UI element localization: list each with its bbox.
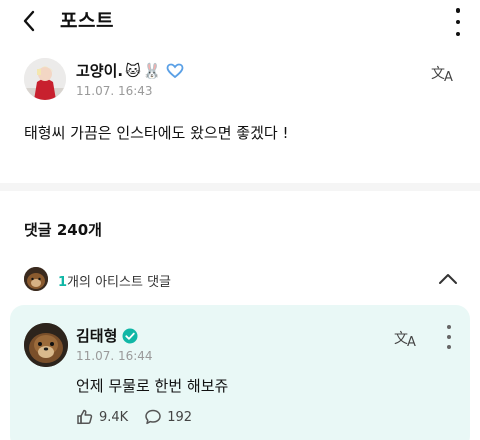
top-bar: 포스트: [0, 0, 480, 42]
translate-icon: 文 A: [431, 66, 453, 83]
comment-bubble-icon: [145, 409, 161, 425]
more-vertical-icon: [455, 8, 461, 13]
verified-badge-icon: [122, 328, 138, 344]
comments-count: 댓글 240개: [24, 221, 102, 239]
more-vertical-icon: [447, 325, 451, 329]
section-divider: [0, 183, 480, 191]
comment-translate-button[interactable]: 文 A: [393, 327, 423, 349]
chevron-up-icon: [439, 274, 457, 284]
author-name-text: 고양이.: [76, 62, 124, 80]
artist-comments-label: 1개의 아티스트 댓글: [58, 271, 171, 290]
like-count: 9.4K: [99, 409, 129, 425]
svg-text:A: A: [407, 335, 416, 348]
page-title: 포스트: [60, 10, 114, 32]
comment-actions: 9.4K 192: [76, 408, 208, 426]
post-author-avatar[interactable]: [24, 58, 66, 100]
back-button[interactable]: [14, 6, 44, 36]
post-translate-button[interactable]: 文 A: [430, 62, 460, 84]
reply-button[interactable]: 192: [144, 408, 192, 426]
artist-name[interactable]: 김태형: [76, 325, 138, 346]
artist-comments-text: 개의 아티스트 댓글: [67, 275, 171, 290]
heart-outline-badge-icon: [166, 63, 184, 79]
collapse-button[interactable]: [437, 270, 459, 288]
translate-icon: 文 A: [394, 331, 416, 348]
artist-avatar[interactable]: [24, 323, 68, 367]
comment-text: 언제 무물로 한번 해보쥬: [76, 377, 229, 395]
artist-mini-avatar: [24, 267, 48, 291]
artist-comments-count: 1: [58, 275, 68, 290]
artist-comment-card: 김태형 11.07. 16:44 文 A 언제 무물로 한번 해보쥬 9.4K: [10, 305, 470, 440]
more-options-button[interactable]: [452, 8, 464, 36]
like-button[interactable]: 9.4K: [76, 408, 128, 426]
artist-name-text: 김태형: [76, 327, 118, 345]
cat-emoji: 🐱: [125, 61, 141, 80]
like-icon: [77, 409, 93, 425]
comment-more-button[interactable]: [444, 325, 454, 349]
artist-comments-toggle[interactable]: 1개의 아티스트 댓글: [0, 262, 480, 298]
svg-text:A: A: [444, 70, 453, 83]
back-arrow-icon: [23, 10, 35, 32]
rabbit-emoji: 🐰: [142, 61, 162, 80]
svg-text:文: 文: [431, 66, 445, 82]
comment-timestamp: 11.07. 16:44: [76, 349, 153, 363]
svg-text:文: 文: [394, 331, 408, 347]
reply-count: 192: [167, 409, 193, 425]
post-timestamp: 11.07. 16:43: [76, 84, 153, 98]
post-body-text: 태형씨 가끔은 인스타에도 왔으면 좋겠다 !: [24, 124, 289, 142]
post-author-name[interactable]: 고양이. 🐱 🐰: [76, 60, 184, 81]
